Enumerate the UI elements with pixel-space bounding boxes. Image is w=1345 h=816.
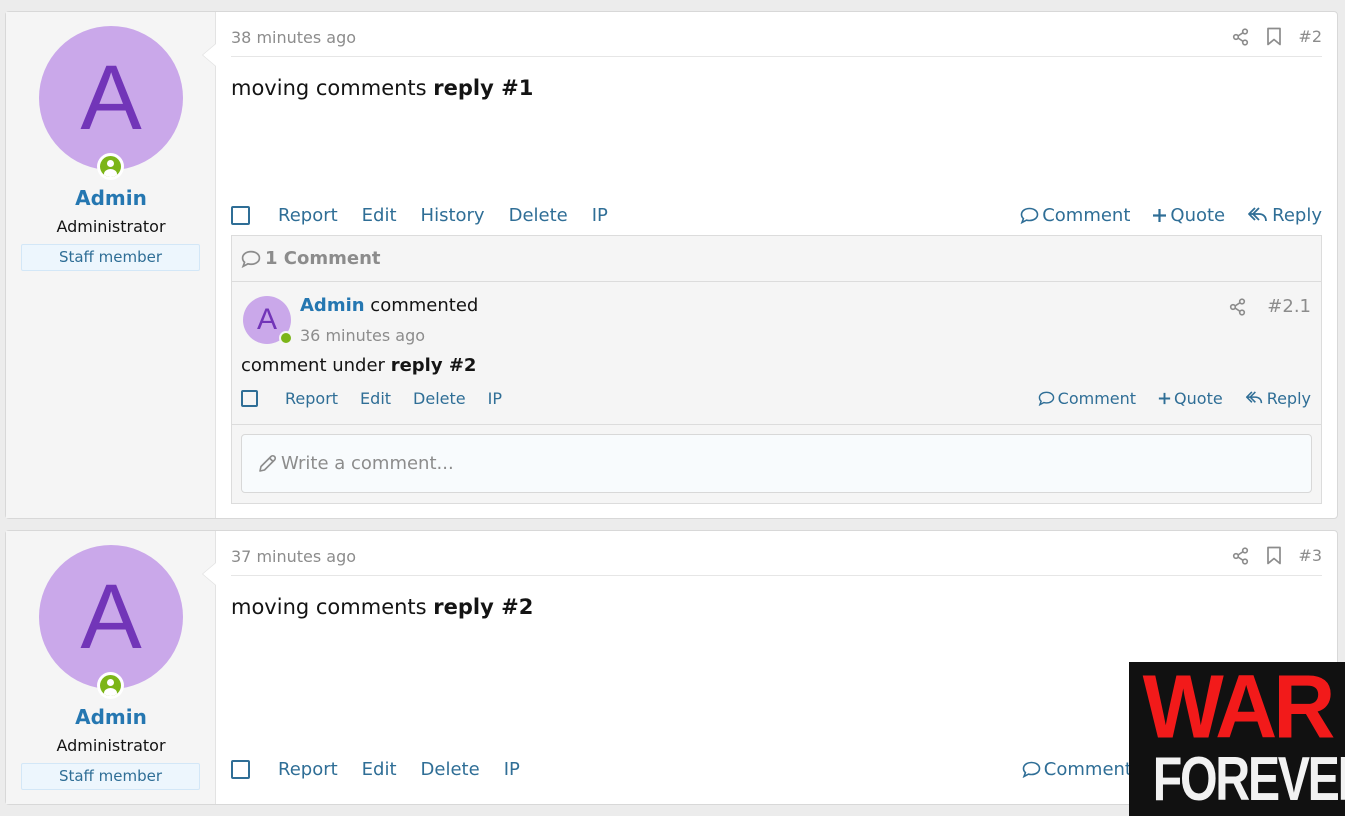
post-meta: 37 minutes ago #3 <box>231 545 1322 576</box>
share-icon[interactable] <box>1232 26 1250 46</box>
comment-number-link[interactable]: #2.1 <box>1267 296 1311 317</box>
comment-ip-link[interactable]: IP <box>488 389 502 408</box>
reply-label: Reply <box>1272 204 1322 226</box>
reply-label: Reply <box>1266 388 1311 408</box>
report-link[interactable]: Report <box>278 759 338 780</box>
reply-button[interactable]: Reply <box>1247 205 1322 226</box>
post-meta: 38 minutes ago #2 <box>231 26 1322 57</box>
post-timestamp[interactable]: 37 minutes ago <box>231 547 356 566</box>
username-link[interactable]: Admin <box>6 705 216 729</box>
reply-icon <box>1248 207 1268 222</box>
post-content: 38 minutes ago #2 moving comments reply … <box>216 12 1337 518</box>
ip-link[interactable]: IP <box>592 205 608 226</box>
staff-badge: Staff member <box>21 763 200 790</box>
comment-delete-link[interactable]: Delete <box>413 389 466 408</box>
post-timestamp[interactable]: 38 minutes ago <box>231 28 356 47</box>
comment-button[interactable]: Comment <box>1020 205 1130 226</box>
delete-link[interactable]: Delete <box>421 759 480 780</box>
staff-badge: Staff member <box>21 244 200 271</box>
user-avatar[interactable]: A <box>39 26 183 170</box>
post-body-bold: reply #1 <box>433 76 534 100</box>
comment-label: Comment <box>1042 204 1131 226</box>
comment-button[interactable]: Comment <box>1022 759 1132 780</box>
ip-link[interactable]: IP <box>504 759 520 780</box>
post-arrow <box>202 562 216 586</box>
select-post-checkbox[interactable] <box>231 205 250 225</box>
comment-reply-button[interactable]: Reply <box>1245 389 1311 408</box>
comment-timestamp[interactable]: 36 minutes ago <box>300 326 425 345</box>
comment-icon <box>1022 761 1041 778</box>
quote-button[interactable]: Quote <box>1152 205 1225 226</box>
comments-section: 1 Comment A Admin commented 36 minutes a… <box>231 235 1322 504</box>
user-title: Administrator <box>56 736 166 755</box>
comment-body: comment under reply #2 <box>241 355 476 376</box>
comment-body-bold: reply #2 <box>390 355 477 376</box>
comment-comment-button[interactable]: Comment <box>1038 389 1136 408</box>
online-status-icon <box>97 153 124 180</box>
comment-body-text: comment under <box>241 355 391 376</box>
user-avatar[interactable]: A <box>39 545 183 689</box>
post-arrow <box>202 43 216 67</box>
post-body: moving comments reply #1 <box>231 76 533 100</box>
quote-label: Quote <box>1174 388 1223 408</box>
comment-icon <box>241 250 261 268</box>
logo-line2: FOREVER <box>1152 745 1345 814</box>
user-info-panel: A Admin Administrator Staff member <box>6 12 216 518</box>
comment-author-link[interactable]: Admin <box>300 295 365 316</box>
share-icon[interactable] <box>1232 545 1250 565</box>
bookmark-icon[interactable] <box>1266 26 1282 46</box>
comment-label: Comment <box>1057 388 1137 408</box>
comments-header: 1 Comment <box>232 236 1321 282</box>
comment-item: A Admin commented 36 minutes ago #2.1 co… <box>232 282 1321 425</box>
online-status-dot <box>279 331 293 345</box>
report-link[interactable]: Report <box>278 205 338 226</box>
post-body-bold: reply #2 <box>433 595 534 619</box>
comment-label: Comment <box>1043 758 1132 780</box>
write-comment-input[interactable]: Write a comment... <box>241 434 1312 493</box>
pencil-icon <box>259 454 277 472</box>
user-info-panel: A Admin Administrator Staff member <box>6 531 216 804</box>
user-title: Administrator <box>56 217 166 236</box>
share-icon[interactable] <box>1229 296 1247 317</box>
history-link[interactable]: History <box>421 205 485 226</box>
post-actions: Report Edit History Delete IP Comment Qu… <box>231 202 1322 228</box>
post-body-text: moving comments <box>231 76 434 100</box>
bookmark-icon[interactable] <box>1266 545 1282 565</box>
quote-label: Quote <box>1170 204 1226 226</box>
post-body-text: moving comments <box>231 595 434 619</box>
comment-report-link[interactable]: Report <box>285 389 338 408</box>
reply-icon <box>1245 391 1262 404</box>
select-post-checkbox[interactable] <box>231 759 250 779</box>
comment-icon <box>1038 391 1054 406</box>
post-body: moving comments reply #2 <box>231 595 533 619</box>
comments-count: 1 Comment <box>265 248 381 269</box>
comment-icon <box>1020 207 1039 224</box>
comment-quote-button[interactable]: Quote <box>1158 389 1223 408</box>
comment-author-line: Admin commented <box>300 295 478 316</box>
online-status-icon <box>97 672 124 699</box>
plus-icon <box>1158 392 1171 404</box>
comment-verb: commented <box>370 295 479 316</box>
plus-icon <box>1153 208 1167 222</box>
war-forever-logo: WAR FOREVER <box>1129 662 1345 816</box>
delete-link[interactable]: Delete <box>509 205 568 226</box>
edit-link[interactable]: Edit <box>362 759 397 780</box>
username-link[interactable]: Admin <box>6 186 216 210</box>
write-comment-placeholder: Write a comment... <box>281 453 454 474</box>
comment-edit-link[interactable]: Edit <box>360 389 391 408</box>
post-number-link[interactable]: #2 <box>1298 27 1322 46</box>
edit-link[interactable]: Edit <box>362 205 397 226</box>
select-comment-checkbox[interactable] <box>241 389 258 407</box>
post-2: A Admin Administrator Staff member 38 mi… <box>5 11 1338 519</box>
post-number-link[interactable]: #3 <box>1298 546 1322 565</box>
comment-actions: Report Edit Delete IP Comment Quote Repl… <box>241 386 1311 410</box>
